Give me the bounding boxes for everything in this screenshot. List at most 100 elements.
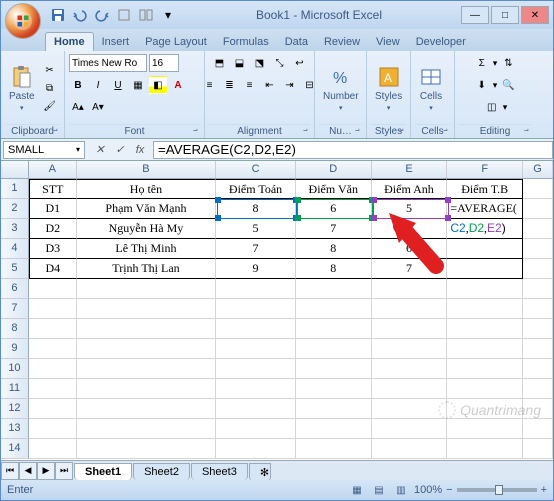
cell[interactable]: D3	[29, 239, 77, 259]
cell[interactable]: D2	[29, 219, 77, 239]
wrap-text-icon[interactable]: ↩	[291, 54, 309, 72]
align-left-icon[interactable]: ≡	[201, 76, 219, 94]
format-painter-icon[interactable]: 🖌	[41, 98, 59, 116]
cell[interactable]	[447, 239, 523, 259]
office-button[interactable]	[5, 3, 41, 39]
cell[interactable]: Phạm Văn Mạnh	[77, 199, 216, 219]
col-header-d[interactable]: D	[296, 161, 372, 178]
cell[interactable]: 6	[372, 219, 448, 239]
close-button[interactable]: ✕	[521, 6, 549, 24]
row-header[interactable]: 1	[1, 179, 29, 199]
col-header-f[interactable]: F	[447, 161, 523, 178]
view-normal-icon[interactable]: ▦	[348, 481, 366, 499]
cell[interactable]: Trịnh Thị Lan	[77, 259, 216, 279]
cell[interactable]: Nguyễn Hà My	[77, 219, 216, 239]
row-header[interactable]: 2	[1, 199, 29, 219]
cell[interactable]	[523, 199, 553, 219]
row-header[interactable]: 9	[1, 339, 29, 359]
underline-button[interactable]: U	[109, 76, 127, 94]
font-color-button[interactable]: A	[169, 76, 187, 94]
paste-button[interactable]: Paste ▾	[5, 63, 39, 114]
tab-view[interactable]: View	[368, 33, 408, 51]
cell[interactable]: 8	[296, 239, 372, 259]
align-middle-icon[interactable]: ⬓	[231, 54, 249, 72]
orientation-icon[interactable]: ⤡	[271, 54, 289, 72]
cell[interactable]	[447, 259, 523, 279]
italic-button[interactable]: I	[89, 76, 107, 94]
align-center-icon[interactable]: ≣	[221, 76, 239, 94]
cell[interactable]	[523, 259, 553, 279]
name-box[interactable]: SMALL▾	[3, 141, 85, 159]
save-icon[interactable]	[49, 6, 67, 24]
row-header[interactable]: 10	[1, 359, 29, 379]
qat-btn-5[interactable]	[137, 6, 155, 24]
sheet-tab-3[interactable]: Sheet3	[191, 463, 248, 480]
row-header[interactable]: 7	[1, 299, 29, 319]
cell[interactable]	[523, 179, 553, 199]
tab-formulas[interactable]: Formulas	[215, 33, 277, 51]
cell[interactable]: 7	[296, 219, 372, 239]
find-select-icon[interactable]: 🔍	[499, 76, 517, 94]
col-header-g[interactable]: G	[523, 161, 553, 178]
cell-f3-overflow[interactable]: C2,D2,E2)	[447, 219, 523, 239]
cell[interactable]: 5	[216, 219, 296, 239]
zoom-in-button[interactable]: +	[541, 484, 547, 496]
number-format-button[interactable]: % Number ▾	[319, 63, 363, 114]
sheet-tab-1[interactable]: Sheet1	[74, 463, 132, 480]
styles-button[interactable]: A Styles ▾	[371, 63, 406, 114]
zoom-slider[interactable]	[457, 488, 537, 492]
align-bottom-icon[interactable]: ⬔	[251, 54, 269, 72]
cell[interactable]: 7	[216, 239, 296, 259]
autosum-icon[interactable]: Σ	[473, 54, 491, 72]
row-header[interactable]: 13	[1, 419, 29, 439]
row-header[interactable]: 3	[1, 219, 29, 239]
minimize-button[interactable]: —	[461, 6, 489, 24]
qat-btn-4[interactable]	[115, 6, 133, 24]
tab-page-layout[interactable]: Page Layout	[137, 33, 215, 51]
row-header[interactable]: 4	[1, 239, 29, 259]
formula-input[interactable]	[153, 141, 553, 159]
cell[interactable]	[523, 219, 553, 239]
spreadsheet-grid[interactable]: A B C D E F G 1 STT Họ tên Điểm Toán Điể…	[1, 161, 553, 461]
row-header[interactable]: 6	[1, 279, 29, 299]
bold-button[interactable]: B	[69, 76, 87, 94]
cell[interactable]	[523, 239, 553, 259]
fill-icon[interactable]: ⬇	[473, 76, 491, 94]
sheet-nav-last-icon[interactable]: ⏭	[55, 462, 73, 480]
cell[interactable]: 8	[296, 259, 372, 279]
grow-font-icon[interactable]: A▴	[69, 98, 87, 116]
cell[interactable]: 7	[372, 259, 448, 279]
row-header[interactable]: 8	[1, 319, 29, 339]
new-sheet-button[interactable]: ✻	[249, 463, 271, 481]
decrease-indent-icon[interactable]: ⇤	[261, 76, 279, 94]
enter-formula-icon[interactable]: ✓	[111, 141, 129, 159]
border-button[interactable]: ▦	[129, 76, 147, 94]
cell[interactable]: D4	[29, 259, 77, 279]
cut-icon[interactable]: ✂	[41, 62, 59, 80]
tab-home[interactable]: Home	[45, 32, 94, 51]
row-header[interactable]: 12	[1, 399, 29, 419]
sheet-nav-first-icon[interactable]: ⏮	[1, 462, 19, 480]
cell[interactable]: 8	[216, 199, 296, 219]
fill-color-button[interactable]: ◧	[149, 76, 167, 94]
active-cell-f2[interactable]: =AVERAGE(	[447, 199, 523, 219]
sheet-nav-prev-icon[interactable]: ◀	[19, 462, 37, 480]
align-top-icon[interactable]: ⬒	[211, 54, 229, 72]
cell[interactable]: 9	[216, 259, 296, 279]
col-header-a[interactable]: A	[29, 161, 77, 178]
font-name-select[interactable]	[69, 54, 147, 72]
qat-dropdown-icon[interactable]: ▾	[159, 6, 177, 24]
maximize-button[interactable]: □	[491, 6, 519, 24]
clear-icon[interactable]: ◫	[483, 98, 501, 116]
cell[interactable]: Điểm Văn	[296, 179, 372, 199]
tab-insert[interactable]: Insert	[94, 33, 138, 51]
copy-icon[interactable]: ⧉	[41, 80, 59, 98]
cell[interactable]: 6	[372, 239, 448, 259]
select-all-corner[interactable]	[1, 161, 29, 178]
cell[interactable]: 5	[372, 199, 448, 219]
align-right-icon[interactable]: ≡	[241, 76, 259, 94]
view-layout-icon[interactable]: ▤	[370, 481, 388, 499]
cell[interactable]: Điểm Toán	[216, 179, 296, 199]
tab-review[interactable]: Review	[316, 33, 368, 51]
col-header-c[interactable]: C	[216, 161, 296, 178]
